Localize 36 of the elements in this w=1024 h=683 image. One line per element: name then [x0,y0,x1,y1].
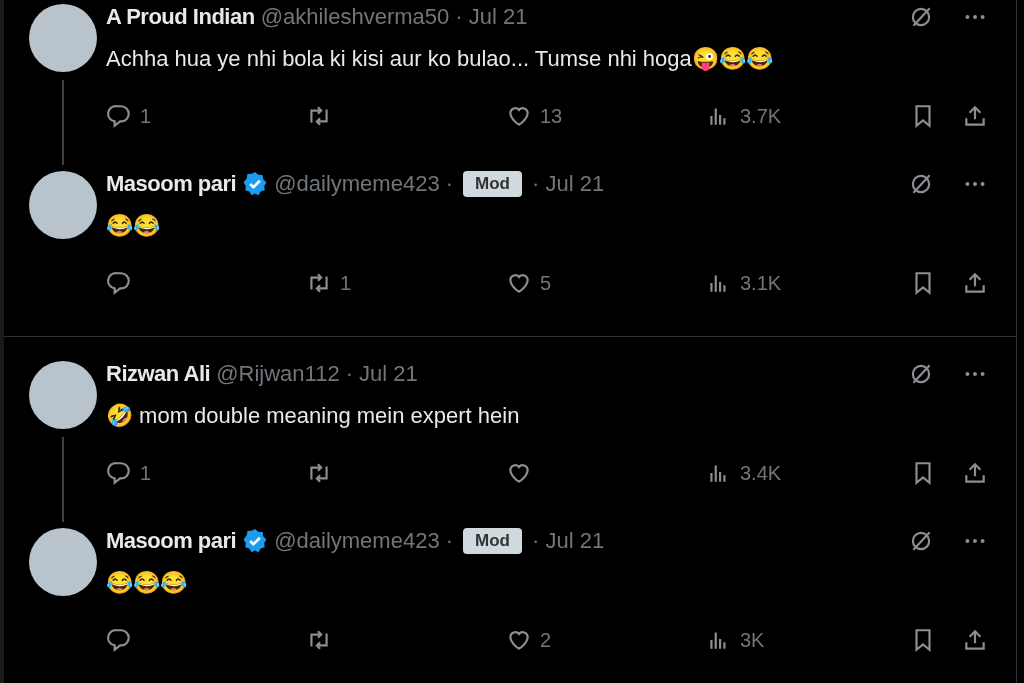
share-icon[interactable] [962,103,988,129]
post-date[interactable]: · Jul 21 [455,4,528,30]
like-count: 5 [540,271,552,295]
post-text: Achha hua ye nhi bola ki kisi aur ko bulao... Tumse nhi hoga😜😂😂 [106,45,774,73]
view-count: 3.7K [740,104,782,128]
user-name[interactable]: A Proud Indian [106,4,255,30]
reply-icon[interactable] [106,103,132,129]
post-text: 😂😂😂 [106,569,188,597]
view-count: 3K [740,628,765,652]
role-label: Mod [463,528,522,554]
share-icon[interactable] [962,460,988,486]
reply-icon[interactable] [106,627,132,653]
user-handle[interactable]: @Rijwan112 [216,361,340,387]
reply-icon[interactable] [106,460,132,486]
role-label: Mod [463,171,522,197]
user-handle[interactable]: @dailymeme423 · [274,528,454,554]
user-handle[interactable]: @akhileshverma50 [260,4,450,30]
share-icon[interactable] [962,627,988,653]
view-count: 3.4K [740,461,782,485]
user-name[interactable]: Masoom pari [106,171,237,197]
post-date[interactable]: · Jul 21 [532,171,605,197]
share-icon[interactable] [962,270,988,296]
post-date[interactable]: · Jul 21 [532,528,605,554]
reply-icon[interactable] [106,270,132,296]
like-count: 2 [540,628,552,652]
post-date[interactable]: · Jul 21 [345,361,418,387]
user-name[interactable]: Rizwan Ali [106,361,211,387]
post-text: 😂😂 [106,212,161,240]
view-count: 3.1K [740,271,782,295]
user-name[interactable]: Masoom pari [106,528,237,554]
user-handle[interactable]: @dailymeme423 · [274,171,454,197]
like-count: 13 [540,104,563,128]
repost-count: 1 [340,271,352,295]
reply-count: 1 [140,104,152,128]
reply-count: 1 [140,461,152,485]
post-text: 🤣 mom double meaning mein expert hein [106,402,521,430]
